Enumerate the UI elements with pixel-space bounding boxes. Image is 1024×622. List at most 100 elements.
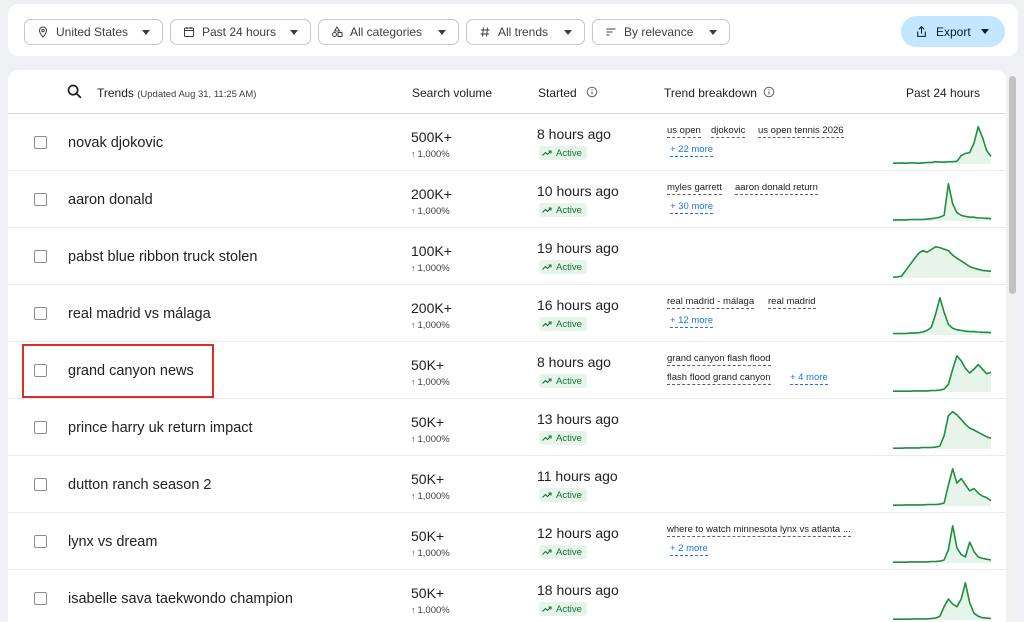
row-checkbox[interactable] — [34, 535, 47, 548]
table-row[interactable]: isabelle sava taekwondo champion 50K+ ↑ 1,0… — [8, 570, 1006, 622]
sparkline-chart — [893, 126, 992, 164]
trends-column-header: Trends (Updated Aug 31, 11:25 AM) — [97, 86, 257, 100]
breakdown-chip[interactable]: djokovic — [711, 125, 746, 138]
trending-up-icon — [542, 606, 552, 612]
info-icon[interactable] — [586, 86, 598, 98]
arrow-up-icon: ↑ — [411, 434, 416, 444]
sparkline-line — [893, 183, 992, 221]
trending-up-icon — [542, 207, 552, 213]
volume-change: ↑ 1,000% — [411, 605, 450, 616]
breakdown-chip[interactable]: us open — [667, 125, 701, 138]
row-checkbox[interactable] — [34, 307, 47, 320]
trends-filter[interactable]: All trends — [466, 19, 585, 45]
breakdown-chip[interactable]: real madrid — [768, 296, 816, 309]
row-checkbox[interactable] — [34, 193, 47, 206]
sparkline-area — [893, 468, 991, 506]
more-breakdown-link[interactable]: + 22 more — [670, 144, 714, 157]
status-badge: Active — [539, 374, 587, 388]
row-checkbox[interactable] — [34, 250, 47, 263]
chevron-down-icon — [981, 29, 989, 34]
status-badge: Active — [539, 146, 587, 160]
trend-name[interactable]: isabelle sava taekwondo champion — [68, 591, 293, 607]
started-time: 19 hours ago — [537, 240, 619, 256]
search-volume: 500K+ — [411, 129, 452, 145]
export-button[interactable]: Export — [901, 16, 1005, 47]
volume-change: ↑ 1,000% — [411, 377, 450, 388]
search-volume: 50K+ — [411, 414, 445, 430]
row-checkbox[interactable] — [34, 478, 47, 491]
arrow-up-icon: ↑ — [411, 377, 416, 387]
trend-name[interactable]: pabst blue ribbon truck stolen — [68, 249, 257, 265]
table-row[interactable]: prince harry uk return impact 50K+ ↑ 1,000%… — [8, 399, 1006, 456]
table-row[interactable]: dutton ranch season 2 50K+ ↑ 1,000% 11 hours… — [8, 456, 1006, 513]
sparkline-chart — [892, 246, 992, 278]
table-row[interactable]: aaron donald 200K+ ↑ 1,000% 10 hours ago Acti… — [8, 171, 1006, 228]
table-row[interactable]: pabst blue ribbon truck stolen 100K+ ↑ 1,00… — [8, 228, 1006, 285]
category-filter[interactable]: All categories — [318, 19, 459, 45]
chevron-down-icon — [142, 30, 150, 35]
search-icon[interactable] — [66, 83, 83, 100]
trend-name[interactable]: prince harry uk return impact — [68, 420, 253, 436]
search-volume: 100K+ — [411, 243, 452, 259]
time-filter[interactable]: Past 24 hours — [170, 19, 311, 45]
breakdown-chip[interactable]: aaron donald return — [735, 182, 818, 195]
more-breakdown-link[interactable]: + 2 more — [670, 543, 708, 556]
status-badge: Active — [539, 431, 587, 445]
started-header[interactable]: Started — [538, 86, 577, 100]
chevron-down-icon — [290, 30, 298, 35]
breakdown-chip[interactable]: us open tennis 2026 — [758, 125, 844, 138]
more-breakdown-link[interactable]: + 30 more — [670, 201, 714, 214]
volume-change: ↑ 1,000% — [411, 434, 450, 445]
trending-up-icon — [542, 492, 552, 498]
trending-up-icon — [542, 150, 552, 156]
trending-up-icon — [542, 321, 552, 327]
volume-change: ↑ 1,000% — [411, 206, 450, 217]
breakdown-chip[interactable]: flash flood grand canyon — [667, 372, 771, 385]
breakdown-chip[interactable]: where to watch minnesota lynx vs atlanta… — [667, 524, 851, 537]
row-checkbox[interactable] — [34, 421, 47, 434]
breakdown-chip[interactable]: grand canyon flash flood — [667, 353, 771, 366]
volume-change: ↑ 1,000% — [411, 263, 450, 274]
table-row[interactable]: novak djokovic 500K+ ↑ 1,000% 8 hours ago Act… — [8, 114, 1006, 171]
trend-name[interactable]: real madrid vs málaga — [68, 306, 211, 322]
filter-bar: United States Past 24 hours All categori… — [8, 4, 1018, 56]
sort-icon — [606, 28, 616, 36]
row-checkbox[interactable] — [34, 592, 47, 605]
table-row[interactable]: real madrid vs málaga 200K+ ↑ 1,000% 16 hour… — [8, 285, 1006, 342]
more-breakdown-link[interactable]: + 4 more — [790, 372, 828, 385]
started-time: 10 hours ago — [537, 183, 619, 199]
sort-filter-label: By relevance — [624, 25, 694, 39]
sort-filter[interactable]: By relevance — [592, 19, 730, 45]
breakdown-chip[interactable]: real madrid - málaga — [667, 296, 755, 309]
shapes-icon — [332, 26, 343, 37]
location-filter[interactable]: United States — [24, 19, 163, 45]
status-badge: Active — [539, 488, 587, 502]
trend-name[interactable]: aaron donald — [68, 192, 153, 208]
status-badge: Active — [539, 203, 587, 217]
location-filter-label: United States — [56, 25, 129, 39]
table-row[interactable]: lynx vs dream 50K+ ↑ 1,000% 12 hours ago Acti… — [8, 513, 1006, 570]
arrow-up-icon: ↑ — [411, 491, 416, 501]
status-badge: Active — [539, 317, 587, 331]
more-breakdown-link[interactable]: + 12 more — [670, 315, 714, 328]
trend-name[interactable]: lynx vs dream — [68, 534, 157, 550]
volume-change: ↑ 1,000% — [411, 491, 450, 502]
chevron-down-icon — [564, 30, 572, 35]
selection-highlight — [22, 344, 214, 398]
trend-name[interactable]: novak djokovic — [68, 135, 163, 151]
search-volume: 50K+ — [411, 528, 445, 544]
search-volume-header[interactable]: Search volume — [412, 86, 492, 100]
info-icon[interactable] — [763, 86, 775, 98]
breakdown-chip[interactable]: myles garrett — [667, 182, 722, 195]
row-checkbox[interactable] — [34, 136, 47, 149]
started-time: 8 hours ago — [537, 354, 611, 370]
trend-name[interactable]: dutton ranch season 2 — [68, 477, 212, 493]
started-time: 16 hours ago — [537, 297, 619, 313]
time-filter-label: Past 24 hours — [202, 25, 277, 39]
sparkline-chart — [893, 582, 992, 620]
sparkline-chart — [893, 355, 992, 392]
scrollbar-thumb[interactable] — [1009, 76, 1016, 294]
arrow-up-icon: ↑ — [411, 605, 416, 615]
calendar-icon — [184, 27, 194, 37]
trend-breakdown-header: Trend breakdown — [664, 86, 757, 100]
